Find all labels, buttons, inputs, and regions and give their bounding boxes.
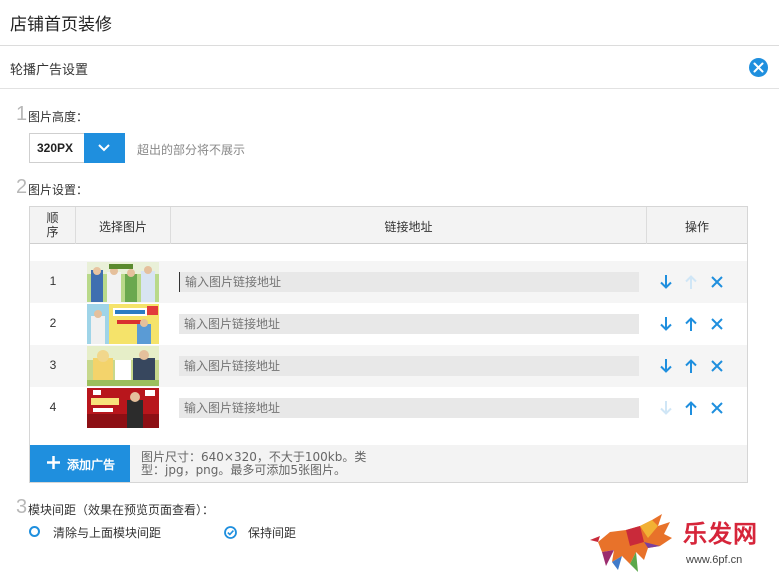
ad-table: 顺序 选择图片 链接地址 操作 1 输入图片链接地址 2 输入图片链接地址 3 … (29, 206, 748, 483)
table-header: 顺序 选择图片 链接地址 操作 (30, 207, 747, 244)
arrow-up-icon (684, 274, 698, 290)
step-number: 3 (16, 496, 28, 518)
arrow-down-icon[interactable] (659, 358, 673, 374)
radio-icon (29, 526, 40, 537)
ad-thumbnail[interactable] (87, 304, 159, 344)
plus-icon (46, 455, 61, 473)
link-input[interactable] (179, 272, 639, 292)
radio-label: 清除与上面模块间距 (53, 526, 162, 540)
link-input[interactable] (179, 398, 639, 418)
add-ad-button[interactable]: 添加广告 (30, 445, 130, 482)
ad-thumbnail[interactable] (87, 388, 159, 428)
radio-label: 保持间距 (248, 526, 297, 540)
delete-icon[interactable] (710, 316, 724, 332)
arrow-up-icon[interactable] (684, 358, 698, 374)
arrow-down-icon (659, 400, 673, 416)
page-header: 店铺首页装修 (0, 0, 779, 46)
delete-icon[interactable] (710, 274, 724, 290)
step-number: 2 (16, 176, 28, 198)
row-number: 1 (49, 274, 57, 288)
row-number: 2 (49, 316, 57, 330)
step-label: 模块间距（效果在预览页面查看）： (28, 503, 215, 517)
watermark-brand: 乐发网 (683, 519, 758, 548)
table-row: 1 (30, 261, 747, 303)
table-row: 2 (30, 303, 747, 345)
page-title: 店铺首页装修 (10, 15, 112, 35)
arrow-down-icon[interactable] (659, 316, 673, 332)
arrow-down-icon[interactable] (659, 274, 673, 290)
table-row: 3 (30, 345, 747, 387)
step-label: 图片高度： (28, 110, 89, 124)
delete-icon[interactable] (710, 358, 724, 374)
watermark-logo: 乐发网 www.6pf.cn (588, 512, 773, 578)
radio-clear-spacing[interactable]: 清除与上面模块间距 (29, 524, 199, 540)
watermark-url: www.6pf.cn (686, 554, 743, 566)
column-header-image: 选择图片 (76, 207, 171, 244)
arrow-up-icon[interactable] (684, 316, 698, 332)
arrow-up-icon[interactable] (684, 400, 698, 416)
ad-thumbnail[interactable] (87, 346, 159, 386)
height-select[interactable]: 320PX (29, 133, 125, 163)
column-header-actions: 操作 (684, 220, 709, 234)
delete-icon[interactable] (710, 400, 724, 416)
step-number: 1 (16, 103, 28, 125)
close-icon[interactable] (749, 58, 768, 77)
row-number: 4 (49, 400, 57, 414)
row-number: 3 (49, 358, 57, 372)
link-input[interactable] (179, 314, 639, 334)
step-label: 图片设置： (28, 183, 89, 197)
column-header-link: 链接地址 (171, 207, 647, 244)
column-header-label: 顺序 (46, 211, 59, 239)
panel-header: 轮播广告设置 (0, 47, 779, 89)
height-hint: 超出的部分将不展示 (137, 143, 246, 157)
add-ad-label: 添加广告 (67, 458, 116, 472)
link-input[interactable] (179, 356, 639, 376)
ad-thumbnail[interactable] (87, 262, 159, 302)
chevron-down-icon[interactable] (84, 133, 125, 163)
radio-checked-icon (224, 526, 237, 539)
column-header-order: 顺序 (30, 207, 76, 244)
image-size-hint: 图片尺寸：640×320，不大于100kb。类型：jpg，png。最多可添加5张… (141, 450, 367, 477)
radio-keep-spacing[interactable]: 保持间距 (224, 524, 314, 540)
table-row: 4 (30, 387, 747, 429)
panel-title: 轮播广告设置 (10, 63, 89, 78)
height-select-value: 320PX (37, 141, 74, 155)
bull-logo-icon (590, 514, 672, 572)
add-bar: 添加广告 图片尺寸：640×320，不大于100kb。类型：jpg，png。最多… (30, 445, 747, 482)
